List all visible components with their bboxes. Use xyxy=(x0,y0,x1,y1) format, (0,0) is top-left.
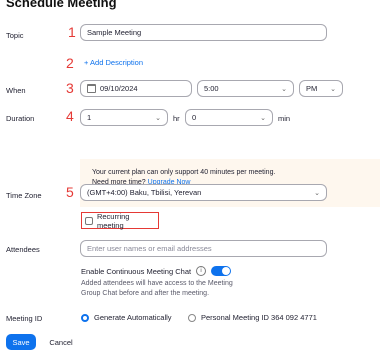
chevron-down-icon: ⌄ xyxy=(281,85,287,93)
topic-label: Topic xyxy=(6,31,24,40)
personal-id-label: Personal Meeting ID 364 092 4771 xyxy=(201,313,317,322)
chevron-down-icon: ⌄ xyxy=(314,189,320,197)
time-select[interactable]: 5:00 ⌄ xyxy=(197,80,294,97)
ampm-value: PM xyxy=(306,84,318,93)
recurring-meeting-option[interactable]: Recurring meeting xyxy=(81,211,159,230)
continuous-chat-row: Enable Continuous Meeting Chat i xyxy=(81,266,232,276)
chevron-down-icon: ⌄ xyxy=(330,85,336,93)
auto-id-label: Generate Automatically xyxy=(94,313,172,322)
step-marker-4: 4 xyxy=(66,108,74,124)
step-marker-5: 5 xyxy=(66,184,74,200)
duration-label: Duration xyxy=(6,114,35,123)
auto-id-radio[interactable] xyxy=(81,313,89,322)
meeting-id-label: Meeting ID xyxy=(6,314,43,323)
personal-id-radio[interactable] xyxy=(188,313,196,322)
time-zone-label: Time Zone xyxy=(6,191,42,200)
when-label: When xyxy=(6,86,26,95)
page-title: Schedule Meeting xyxy=(6,0,117,10)
step-marker-3: 3 xyxy=(66,80,74,96)
time-zone-select[interactable]: (GMT+4:00) Baku, Tbilisi, Yerevan ⌄ xyxy=(80,184,327,201)
chevron-down-icon: ⌄ xyxy=(260,114,266,122)
topic-value: Sample Meeting xyxy=(87,28,142,37)
meeting-id-personal-option[interactable]: Personal Meeting ID 364 092 4771 xyxy=(188,313,317,322)
attendees-input[interactable]: Enter user names or email addresses xyxy=(80,240,327,257)
continuous-chat-label: Enable Continuous Meeting Chat xyxy=(81,266,192,276)
ampm-select[interactable]: PM ⌄ xyxy=(299,80,343,97)
chevron-down-icon: ⌄ xyxy=(155,114,161,122)
add-description-link[interactable]: + Add Description xyxy=(84,58,143,67)
date-picker[interactable]: 09/10/2024 xyxy=(80,80,192,97)
chat-desc-line-2: Group Chat before and after the meeting. xyxy=(81,290,210,297)
continuous-chat-description: Added attendees will have access to the … xyxy=(81,279,233,299)
recurring-label: Recurring meeting xyxy=(96,211,130,230)
topic-input[interactable]: Sample Meeting xyxy=(80,24,327,41)
attendees-placeholder: Enter user names or email addresses xyxy=(87,244,212,253)
time-value: 5:00 xyxy=(204,84,219,93)
step-marker-2: 2 xyxy=(66,55,74,71)
notice-line-1: Your current plan can only support 40 mi… xyxy=(92,169,276,176)
cancel-button[interactable]: Cancel xyxy=(42,334,80,350)
minutes-unit-label: min xyxy=(278,114,291,123)
time-zone-value: (GMT+4:00) Baku, Tbilisi, Yerevan xyxy=(87,188,202,197)
duration-minutes-select[interactable]: 0 ⌄ xyxy=(185,109,273,126)
chat-desc-line-1: Added attendees will have access to the … xyxy=(81,280,233,287)
hours-unit-label: hr xyxy=(173,114,180,123)
info-icon[interactable]: i xyxy=(196,266,207,276)
calendar-icon xyxy=(87,84,96,93)
duration-hours-select[interactable]: 1 ⌄ xyxy=(80,109,168,126)
duration-minutes-value: 0 xyxy=(192,113,197,122)
date-value: 09/10/2024 xyxy=(100,84,138,93)
step-marker-1: 1 xyxy=(68,24,76,40)
meeting-id-auto-option[interactable]: Generate Automatically xyxy=(81,313,172,322)
duration-hours-value: 1 xyxy=(87,113,92,122)
save-button[interactable]: Save xyxy=(6,334,36,350)
recurring-checkbox[interactable] xyxy=(85,216,93,225)
attendees-label: Attendees xyxy=(6,245,40,254)
continuous-chat-toggle[interactable] xyxy=(211,266,232,276)
